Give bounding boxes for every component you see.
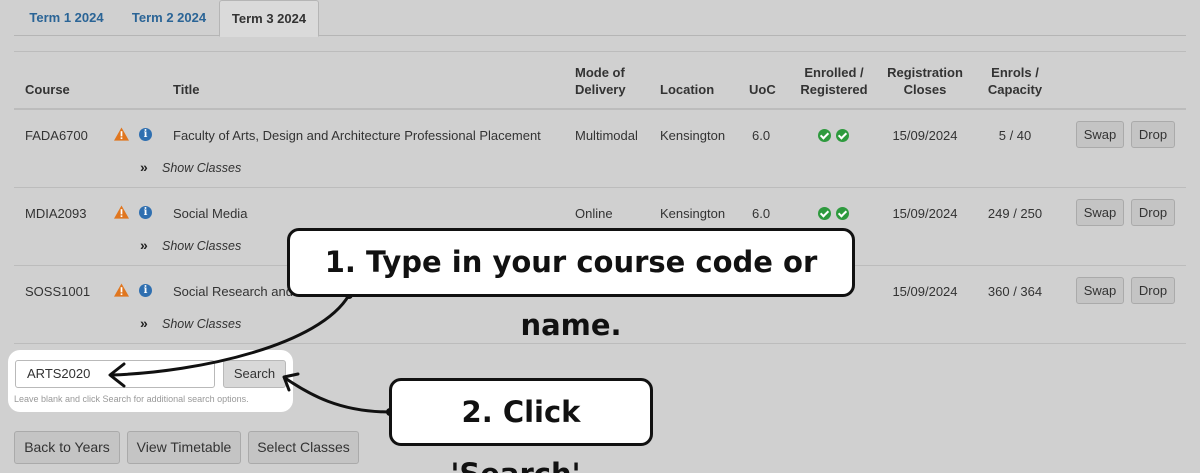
check-circle-icon bbox=[818, 129, 831, 142]
header-mode: Mode of Delivery bbox=[575, 65, 626, 97]
course-code: MDIA2093 bbox=[25, 206, 87, 221]
check-circle-icon bbox=[836, 207, 849, 220]
mode-of-delivery: Online bbox=[575, 206, 613, 221]
uoc: 6.0 bbox=[752, 128, 771, 143]
enrols-capacity: 249 / 250 bbox=[987, 206, 1043, 221]
swap-button[interactable]: Swap bbox=[1076, 199, 1124, 226]
swap-button[interactable]: Swap bbox=[1076, 121, 1124, 148]
search-input[interactable]: ARTS2020 bbox=[15, 360, 215, 388]
tab-term-2-2024[interactable]: Term 2 2024 bbox=[119, 0, 219, 36]
header-location: Location bbox=[660, 82, 715, 97]
header-enrols-capacity: Enrols / Capacity bbox=[987, 65, 1043, 97]
header-registration-closes: Registration Closes bbox=[887, 65, 963, 97]
check-circle-icon bbox=[818, 207, 831, 220]
header-uoc: UoC bbox=[749, 82, 776, 97]
table-row: FADA6700 i Faculty of Arts, Design and A… bbox=[14, 110, 1186, 188]
registration-closes: 15/09/2024 bbox=[892, 206, 958, 221]
header-title: Title bbox=[173, 82, 200, 97]
course-title: Social Research and bbox=[173, 284, 293, 299]
location: Kensington bbox=[660, 128, 726, 143]
enrols-capacity: 360 / 364 bbox=[987, 284, 1043, 299]
table-header: Course Title Mode of Delivery Location U… bbox=[14, 51, 1186, 110]
course-code: SOSS1001 bbox=[25, 284, 91, 299]
enrols-capacity: 5 / 40 bbox=[998, 128, 1032, 143]
double-chevron-right-icon: » bbox=[140, 237, 148, 253]
tab-term-1-2024[interactable]: Term 1 2024 bbox=[14, 0, 119, 36]
show-classes-link[interactable]: Show Classes bbox=[162, 239, 241, 253]
drop-button[interactable]: Drop bbox=[1131, 277, 1175, 304]
show-classes-link[interactable]: Show Classes bbox=[162, 317, 241, 331]
info-icon[interactable]: i bbox=[139, 206, 152, 219]
mode-of-delivery: Multimodal bbox=[575, 128, 638, 143]
swap-button[interactable]: Swap bbox=[1076, 277, 1124, 304]
double-chevron-right-icon: » bbox=[140, 315, 148, 331]
warning-triangle-icon[interactable] bbox=[114, 205, 129, 219]
registration-closes: 15/09/2024 bbox=[892, 128, 958, 143]
arrow-to-search bbox=[284, 376, 391, 414]
check-circle-icon bbox=[836, 129, 849, 142]
info-icon[interactable]: i bbox=[139, 128, 152, 141]
select-classes-button[interactable]: Select Classes bbox=[248, 431, 359, 464]
course-code: FADA6700 bbox=[25, 128, 88, 143]
search-button[interactable]: Search bbox=[223, 360, 286, 388]
location: Kensington bbox=[660, 206, 726, 221]
view-timetable-button[interactable]: View Timetable bbox=[127, 431, 241, 464]
term-tabs: Term 1 2024 Term 2 2024 Term 3 2024 bbox=[14, 0, 1186, 37]
drop-button[interactable]: Drop bbox=[1131, 121, 1175, 148]
tab-term-3-2024[interactable]: Term 3 2024 bbox=[219, 0, 319, 37]
drop-button[interactable]: Drop bbox=[1131, 199, 1175, 226]
back-to-years-button[interactable]: Back to Years bbox=[14, 431, 120, 464]
registration-closes: 15/09/2024 bbox=[892, 284, 958, 299]
header-enrolled: Enrolled / Registered bbox=[800, 65, 868, 97]
info-icon[interactable]: i bbox=[139, 284, 152, 297]
header-course: Course bbox=[25, 82, 70, 97]
double-chevron-right-icon: » bbox=[140, 159, 148, 175]
search-hint: Leave blank and click Search for additio… bbox=[14, 394, 249, 404]
warning-triangle-icon[interactable] bbox=[114, 127, 129, 141]
warning-triangle-icon[interactable] bbox=[114, 283, 129, 297]
course-title: Social Media bbox=[173, 206, 248, 221]
uoc: 6.0 bbox=[752, 206, 771, 221]
callout-step-1: 1. Type in your course code or name. bbox=[287, 228, 855, 342]
course-title: Faculty of Arts, Design and Architecture… bbox=[173, 128, 541, 143]
callout-step-2: 2. Click 'Search'. bbox=[389, 378, 653, 473]
show-classes-link[interactable]: Show Classes bbox=[162, 161, 241, 175]
